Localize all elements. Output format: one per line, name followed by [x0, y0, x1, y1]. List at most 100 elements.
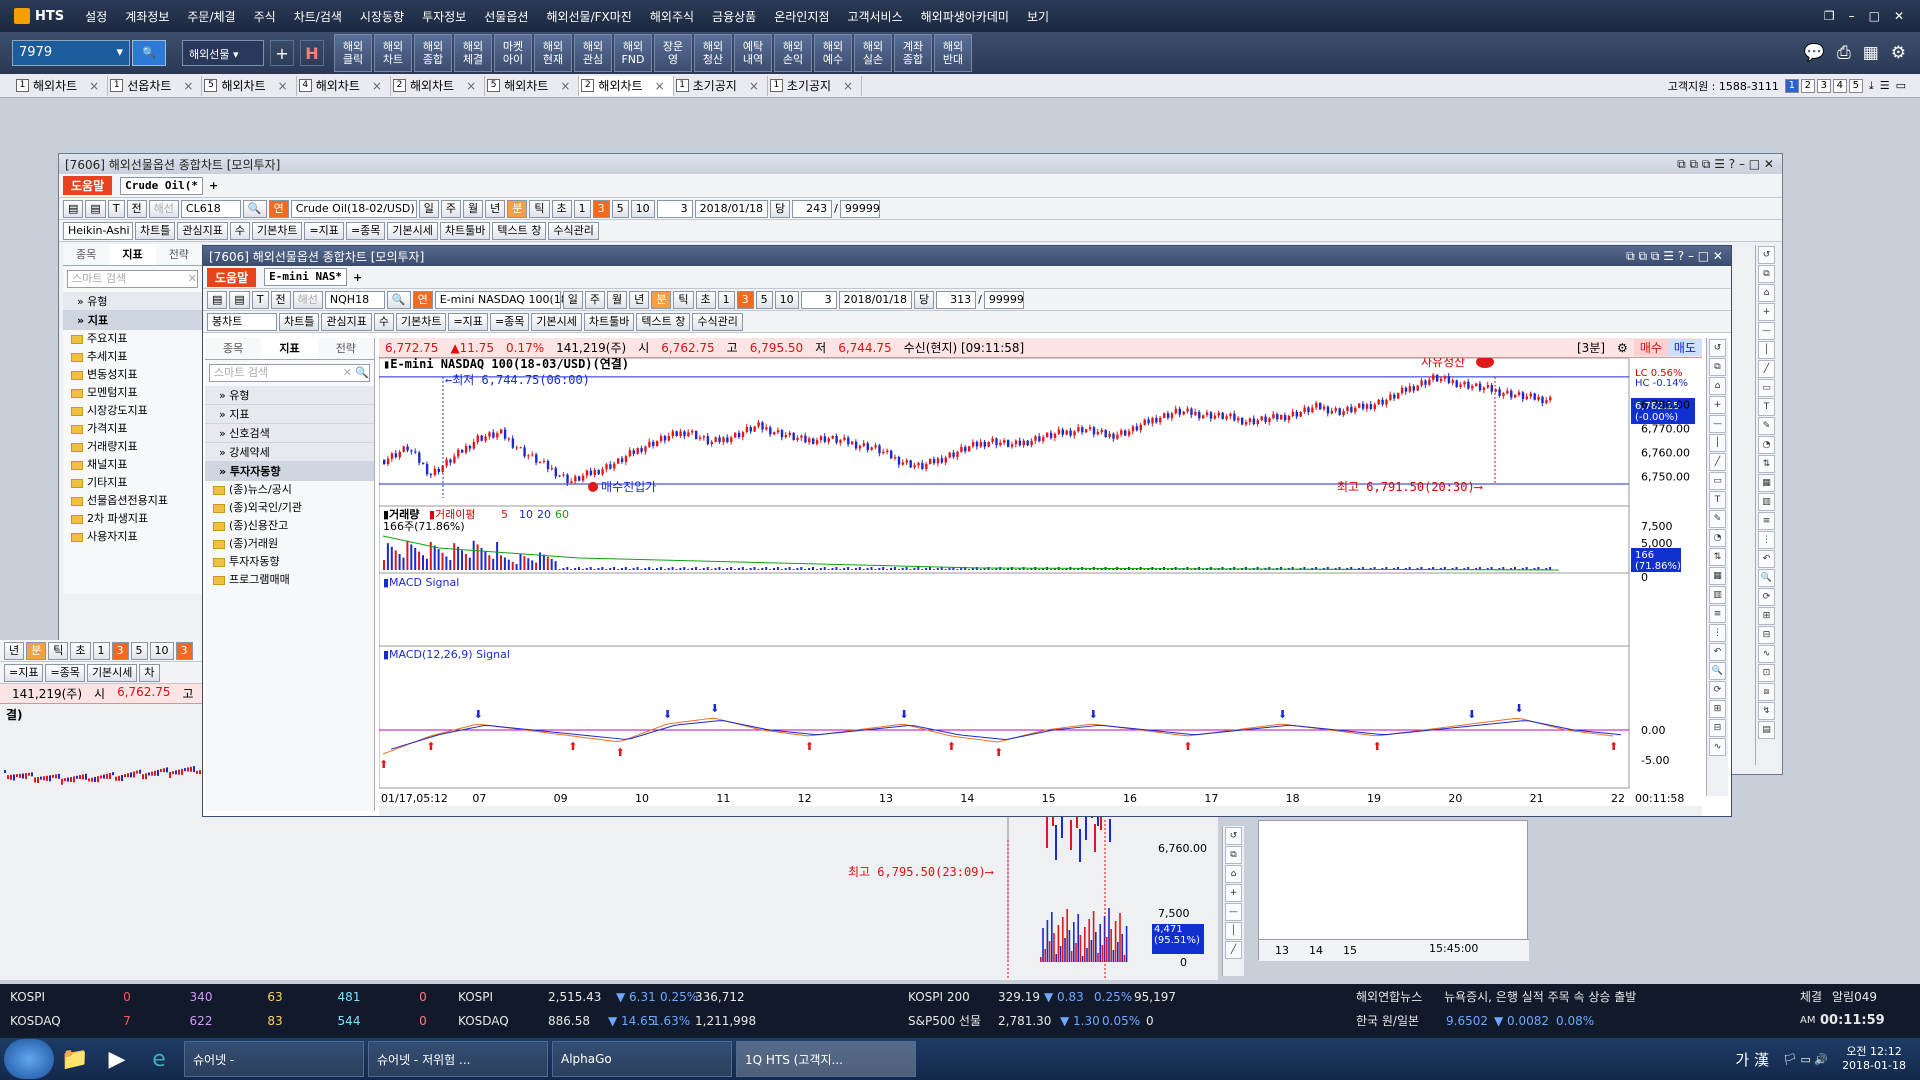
bw-folder-8[interactable]: 기타지표: [63, 474, 202, 492]
mw-tool-14[interactable]: ≡: [1709, 605, 1726, 623]
mw-num-3[interactable]: 10: [774, 290, 799, 309]
lw-tool-2[interactable]: ⌂: [1225, 865, 1242, 883]
add-tab-icon[interactable]: +: [209, 179, 218, 192]
bw-tool-3[interactable]: 기본차트: [251, 221, 303, 240]
fr-tool-8[interactable]: T: [1758, 398, 1775, 416]
bw-num-3[interactable]: 10: [630, 199, 655, 218]
fr-tool-25[interactable]: ▤: [1758, 721, 1775, 739]
mw-tool-3[interactable]: 기본차트: [395, 312, 447, 331]
window-tab-7[interactable]: 1 초기공지 ×: [674, 75, 768, 96]
main-chart-tab[interactable]: E-mini NAS*: [264, 268, 347, 286]
bw-folder-3[interactable]: 모멘텀지표: [63, 384, 202, 402]
bw-folder-0[interactable]: 주요지표: [63, 330, 202, 348]
bw-category-0[interactable]: » 유형: [63, 292, 202, 311]
bw-tool-7[interactable]: 차트툴바: [439, 221, 491, 240]
mw-side-tab-1[interactable]: 지표: [261, 338, 318, 359]
mw-folder-2[interactable]: (종)신용잔고: [205, 517, 374, 535]
bw-period-4[interactable]: 분: [507, 199, 528, 218]
lw-tool-6[interactable]: ╱: [1225, 941, 1242, 959]
code-input[interactable]: 7979 ▾: [12, 40, 130, 66]
mw-period-0[interactable]: 일: [562, 290, 583, 309]
fr-tool-10[interactable]: ◔: [1758, 436, 1775, 454]
page-button-5[interactable]: 5: [1848, 78, 1863, 93]
ime-indicator[interactable]: 가 漢: [1735, 1049, 1769, 1070]
mw-period-2[interactable]: 월: [607, 290, 628, 309]
toolbar-button-0[interactable]: 해외 클릭: [334, 34, 372, 72]
bw-side-tab-1[interactable]: 지표: [109, 244, 156, 265]
fr-tool-24[interactable]: ↯: [1758, 702, 1775, 720]
page-button-4[interactable]: 4: [1832, 78, 1847, 93]
mw-tool-21[interactable]: ∿: [1709, 738, 1726, 756]
lw-tool-3[interactable]: 차: [139, 663, 160, 682]
window-tab-1[interactable]: 1 선옵차트 ×: [108, 75, 203, 96]
fr-tool-18[interactable]: ⟳: [1758, 588, 1775, 606]
mw-period-4[interactable]: 분: [651, 290, 672, 309]
main-smart-search[interactable]: 스마트 검색 ✕ 🔍: [209, 364, 370, 382]
mw-tool-6[interactable]: 기본시세: [531, 312, 582, 331]
maximize-icon[interactable]: □: [1869, 9, 1880, 23]
menu-item-14[interactable]: 보기: [1018, 8, 1058, 25]
bw-tool-9[interactable]: 수식관리: [548, 221, 599, 240]
add-icon[interactable]: +: [270, 40, 294, 66]
fr-tool-14[interactable]: ≡: [1758, 512, 1775, 530]
mw-tool-4[interactable]: =지표: [448, 312, 488, 331]
menu-item-10[interactable]: 금융상품: [703, 8, 765, 25]
close-icon[interactable]: ×: [560, 79, 570, 93]
bw-period-1[interactable]: 주: [440, 199, 461, 218]
fr-tool-1[interactable]: ⧉: [1758, 265, 1775, 283]
menu-item-0[interactable]: 설정: [76, 8, 116, 25]
mw-tool-5[interactable]: =종목: [489, 312, 530, 331]
media-icon[interactable]: ▶: [96, 1047, 138, 1072]
mw-category-4[interactable]: » 투자자동향: [205, 462, 374, 481]
alarm-label[interactable]: 알림049: [1832, 986, 1877, 1008]
close-icon[interactable]: ×: [749, 79, 759, 93]
bw-tool-8[interactable]: 텍스트 창: [492, 221, 547, 240]
taskbar-task-3[interactable]: 1Q HTS (고객지...: [736, 1041, 916, 1077]
lw-btn-3[interactable]: 초: [70, 641, 91, 660]
mw-tool-9[interactable]: ✎: [1709, 510, 1726, 528]
bw-num-0[interactable]: 1: [573, 199, 591, 218]
main-count-field[interactable]: 3: [800, 290, 837, 309]
calculator-icon[interactable]: ▦: [1863, 43, 1879, 63]
mw-category-2[interactable]: » 신호검색: [205, 424, 374, 443]
window-tab-6[interactable]: 2 해외차트 ×: [579, 75, 674, 96]
chat-icon[interactable]: 💬: [1804, 43, 1825, 63]
mw-tool-16[interactable]: ↶: [1709, 643, 1726, 661]
menu-item-4[interactable]: 차트/검색: [285, 8, 351, 25]
mw-tool-0[interactable]: ↺: [1709, 339, 1726, 357]
toolbar-button-12[interactable]: 해외 예수: [814, 34, 852, 72]
mw-period-6[interactable]: 초: [695, 290, 716, 309]
lw-btn-6[interactable]: 5: [130, 641, 148, 660]
bw-side-tab-2[interactable]: 전략: [156, 244, 202, 265]
lw-tool-0[interactable]: =지표: [4, 663, 44, 682]
window-tab-0[interactable]: 1 해외차트 ×: [14, 75, 109, 96]
bw-tool-1[interactable]: 관심지표: [177, 221, 228, 240]
bw-num-1[interactable]: 3: [592, 199, 610, 218]
close-icon[interactable]: ×: [655, 79, 665, 93]
page-button-2[interactable]: 2: [1800, 78, 1815, 93]
tray-icons[interactable]: 🏳 ▭ 🔊: [1783, 1053, 1828, 1066]
close-icon[interactable]: ×: [843, 79, 853, 93]
chart-tab[interactable]: Crude Oil(*: [120, 176, 203, 195]
mw-category-1[interactable]: » 지표: [205, 405, 374, 424]
mw-tool-10[interactable]: ◔: [1709, 529, 1726, 547]
lw-tool-3[interactable]: +: [1225, 884, 1242, 902]
toolbar-button-13[interactable]: 해외 실손: [854, 34, 892, 72]
window-icon[interactable]: ▭: [1896, 79, 1906, 92]
lw-btn-7[interactable]: 10: [149, 641, 174, 660]
bw-tool-4[interactable]: =지표: [304, 221, 344, 240]
mw-tool-8[interactable]: 텍스트 창: [636, 312, 691, 331]
mw-tool-11[interactable]: ⇅: [1709, 548, 1726, 566]
menu-item-11[interactable]: 온라인지점: [765, 8, 838, 25]
close-icon[interactable]: ×: [372, 79, 382, 93]
mw-folder-5[interactable]: 프로그램매매: [205, 571, 374, 589]
window-tab-4[interactable]: 2 해외차트 ×: [391, 75, 486, 96]
bw-tool-6[interactable]: 기본시세: [387, 221, 438, 240]
menu-item-3[interactable]: 주식: [245, 8, 285, 25]
n1-field[interactable]: 243: [792, 199, 833, 218]
menu-item-7[interactable]: 선물옵션: [475, 8, 537, 25]
fr-tool-6[interactable]: ╱: [1758, 360, 1775, 378]
sell-button[interactable]: 매도: [1667, 339, 1702, 356]
dang-button[interactable]: 당: [770, 199, 791, 218]
close-icon[interactable]: ×: [183, 79, 193, 93]
